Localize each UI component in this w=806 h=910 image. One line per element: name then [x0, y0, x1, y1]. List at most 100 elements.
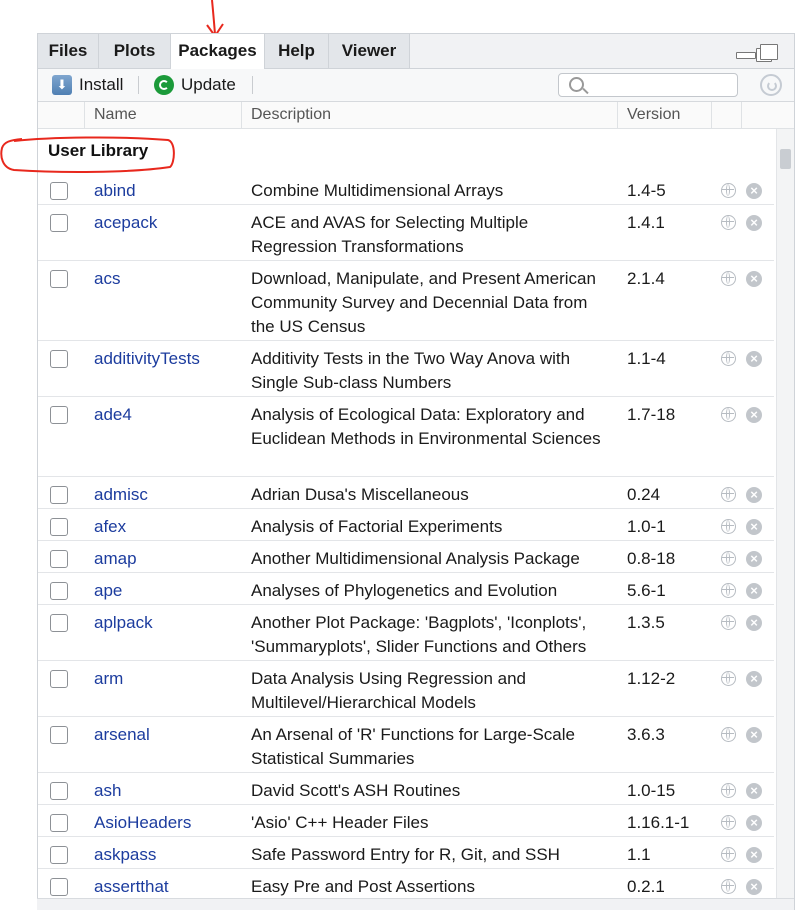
load-checkbox[interactable] [50, 270, 68, 288]
globe-icon[interactable] [721, 519, 736, 534]
package-name-link[interactable]: admisc [94, 483, 148, 507]
remove-package-icon[interactable]: × [746, 487, 762, 503]
package-name-link[interactable]: assertthat [94, 875, 169, 899]
tab-packages[interactable]: Packages [171, 34, 265, 69]
package-version: 1.4.1 [627, 213, 665, 232]
column-header-name[interactable]: Name [94, 102, 137, 128]
column-header-description[interactable]: Description [251, 102, 331, 128]
remove-package-icon[interactable]: × [746, 727, 762, 743]
toolbar-divider [252, 76, 253, 94]
globe-icon[interactable] [721, 727, 736, 742]
globe-icon[interactable] [721, 671, 736, 686]
install-button[interactable]: ⬇ Install [52, 69, 123, 101]
load-checkbox[interactable] [50, 726, 68, 744]
load-checkbox[interactable] [50, 182, 68, 200]
package-name-link[interactable]: askpass [94, 843, 156, 867]
horizontal-scrollbar[interactable] [37, 898, 794, 910]
tab-viewer[interactable]: Viewer [329, 34, 410, 68]
globe-icon[interactable] [721, 351, 736, 366]
install-icon: ⬇ [52, 75, 72, 95]
package-description: ACE and AVAS for Selecting Multiple Regr… [251, 213, 529, 256]
globe-icon[interactable] [721, 783, 736, 798]
package-name-link[interactable]: ade4 [94, 403, 132, 427]
remove-package-icon[interactable]: × [746, 879, 762, 895]
globe-icon[interactable] [721, 407, 736, 422]
column-divider [741, 102, 742, 128]
package-name-link[interactable]: additivityTests [94, 347, 200, 371]
remove-package-icon[interactable]: × [746, 407, 762, 423]
column-header-version[interactable]: Version [627, 102, 680, 128]
remove-package-icon[interactable]: × [746, 215, 762, 231]
load-checkbox[interactable] [50, 518, 68, 536]
package-name-link[interactable]: aplpack [94, 611, 153, 635]
search-input[interactable] [558, 73, 738, 97]
remove-package-icon[interactable]: × [746, 519, 762, 535]
load-checkbox[interactable] [50, 782, 68, 800]
load-checkbox[interactable] [50, 486, 68, 504]
globe-icon[interactable] [721, 815, 736, 830]
globe-icon[interactable] [721, 183, 736, 198]
load-checkbox[interactable] [50, 814, 68, 832]
remove-package-icon[interactable]: × [746, 615, 762, 631]
package-version: 1.0-15 [627, 781, 676, 800]
package-description: An Arsenal of 'R' Functions for Large-Sc… [251, 725, 575, 768]
globe-icon[interactable] [721, 847, 736, 862]
package-name-link[interactable]: afex [94, 515, 126, 539]
minimize-icon[interactable] [736, 52, 756, 59]
load-checkbox[interactable] [50, 550, 68, 568]
package-name-link[interactable]: abind [94, 179, 136, 203]
package-description: Safe Password Entry for R, Git, and SSH [251, 845, 560, 864]
remove-package-icon[interactable]: × [746, 815, 762, 831]
globe-icon[interactable] [721, 879, 736, 894]
package-row: acs Download, Manipulate, and Present Ame… [38, 261, 774, 341]
package-version: 2.1.4 [627, 269, 665, 288]
window-controls [736, 42, 782, 62]
package-row: amap Another Multidimensional Analysis Pa… [38, 541, 774, 573]
remove-package-icon[interactable]: × [746, 271, 762, 287]
refresh-icon[interactable] [760, 74, 782, 96]
load-checkbox[interactable] [50, 846, 68, 864]
package-name-link[interactable]: amap [94, 547, 137, 571]
load-checkbox[interactable] [50, 406, 68, 424]
tab-files[interactable]: Files [38, 34, 99, 68]
package-description: 'Asio' C++ Header Files [251, 813, 429, 832]
package-description: Another Plot Package: 'Bagplots', 'Iconp… [251, 613, 587, 656]
load-checkbox[interactable] [50, 350, 68, 368]
package-version: 1.7-18 [627, 405, 676, 424]
update-button[interactable]: Update [154, 69, 236, 101]
load-checkbox[interactable] [50, 214, 68, 232]
scrollbar-thumb[interactable] [780, 149, 791, 169]
globe-icon[interactable] [721, 487, 736, 502]
remove-package-icon[interactable]: × [746, 671, 762, 687]
package-name-link[interactable]: acs [94, 267, 120, 291]
maximize-icon[interactable] [760, 44, 778, 60]
package-name-link[interactable]: ash [94, 779, 121, 803]
globe-icon[interactable] [721, 583, 736, 598]
package-row: arsenal An Arsenal of 'R' Functions for L… [38, 717, 774, 773]
load-checkbox[interactable] [50, 878, 68, 896]
remove-package-icon[interactable]: × [746, 183, 762, 199]
package-name-link[interactable]: ape [94, 579, 122, 603]
globe-icon[interactable] [721, 551, 736, 566]
package-name-link[interactable]: arsenal [94, 723, 150, 747]
scrollbar[interactable] [776, 129, 794, 910]
tab-help[interactable]: Help [265, 34, 329, 68]
globe-icon[interactable] [721, 215, 736, 230]
remove-package-icon[interactable]: × [746, 351, 762, 367]
globe-icon[interactable] [721, 271, 736, 286]
globe-icon[interactable] [721, 615, 736, 630]
remove-package-icon[interactable]: × [746, 847, 762, 863]
package-name-link[interactable]: AsioHeaders [94, 811, 191, 835]
column-divider [711, 102, 712, 128]
remove-package-icon[interactable]: × [746, 583, 762, 599]
load-checkbox[interactable] [50, 582, 68, 600]
package-list: User Library abind Combine Multidimension… [38, 129, 774, 910]
annotation-circle [0, 136, 175, 173]
load-checkbox[interactable] [50, 614, 68, 632]
package-name-link[interactable]: arm [94, 667, 123, 691]
load-checkbox[interactable] [50, 670, 68, 688]
package-name-link[interactable]: acepack [94, 211, 157, 235]
remove-package-icon[interactable]: × [746, 551, 762, 567]
tab-plots[interactable]: Plots [99, 34, 171, 68]
remove-package-icon[interactable]: × [746, 783, 762, 799]
